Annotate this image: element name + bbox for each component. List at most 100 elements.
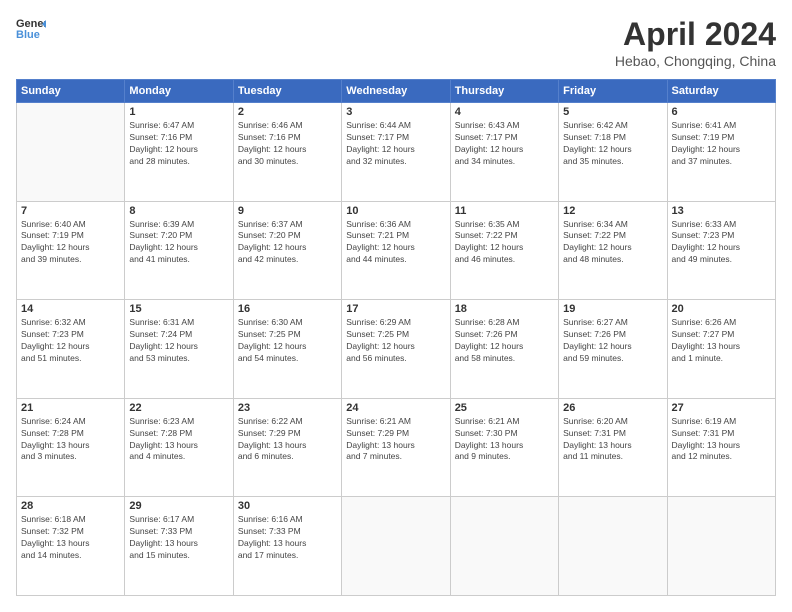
day-number: 9: [238, 205, 337, 217]
day-info: Sunrise: 6:16 AM Sunset: 7:33 PM Dayligh…: [238, 514, 337, 562]
day-number: 10: [346, 205, 445, 217]
calendar-table: Sunday Monday Tuesday Wednesday Thursday…: [16, 79, 776, 596]
day-info: Sunrise: 6:44 AM Sunset: 7:17 PM Dayligh…: [346, 120, 445, 168]
day-info: Sunrise: 6:26 AM Sunset: 7:27 PM Dayligh…: [672, 317, 771, 365]
day-info: Sunrise: 6:28 AM Sunset: 7:26 PM Dayligh…: [455, 317, 554, 365]
day-number: 8: [129, 205, 228, 217]
day-info: Sunrise: 6:36 AM Sunset: 7:21 PM Dayligh…: [346, 219, 445, 267]
day-number: 30: [238, 500, 337, 512]
day-number: 16: [238, 303, 337, 315]
day-number: 12: [563, 205, 662, 217]
table-row: 26 Sunrise: 6:20 AM Sunset: 7:31 PM Dayli…: [559, 398, 667, 497]
table-row: 25 Sunrise: 6:21 AM Sunset: 7:30 PM Dayli…: [450, 398, 558, 497]
day-info: Sunrise: 6:20 AM Sunset: 7:31 PM Dayligh…: [563, 416, 662, 464]
table-row: 4 Sunrise: 6:43 AM Sunset: 7:17 PM Daylig…: [450, 103, 558, 202]
header-friday: Friday: [559, 80, 667, 103]
day-info: Sunrise: 6:34 AM Sunset: 7:22 PM Dayligh…: [563, 219, 662, 267]
day-info: Sunrise: 6:31 AM Sunset: 7:24 PM Dayligh…: [129, 317, 228, 365]
table-row: [17, 103, 125, 202]
day-info: Sunrise: 6:47 AM Sunset: 7:16 PM Dayligh…: [129, 120, 228, 168]
day-info: Sunrise: 6:43 AM Sunset: 7:17 PM Dayligh…: [455, 120, 554, 168]
table-row: 5Sunrise: 6:42 AM Sunset: 7:18 PM Daylig…: [559, 103, 667, 202]
calendar-week-row: 28Sunrise: 6:18 AM Sunset: 7:32 PM Dayli…: [17, 497, 776, 596]
table-row: [667, 497, 775, 596]
day-number: 4: [455, 106, 554, 118]
day-number: 1: [129, 106, 228, 118]
table-row: 19 Sunrise: 6:27 AM Sunset: 7:26 PM Dayli…: [559, 300, 667, 399]
logo: General Blue: [16, 16, 46, 40]
table-row: 10 Sunrise: 6:36 AM Sunset: 7:21 PM Dayli…: [342, 201, 450, 300]
day-info: Sunrise: 6:21 AM Sunset: 7:29 PM Dayligh…: [346, 416, 445, 464]
subtitle: Hebao, Chongqing, China: [615, 53, 776, 69]
month-title: April 2024: [615, 16, 776, 53]
table-row: 30 Sunrise: 6:16 AM Sunset: 7:33 PM Dayli…: [233, 497, 341, 596]
header-thursday: Thursday: [450, 80, 558, 103]
day-number: 22: [129, 402, 228, 414]
day-number: 7: [21, 205, 120, 217]
day-number: 11: [455, 205, 554, 217]
table-row: 28Sunrise: 6:18 AM Sunset: 7:32 PM Dayli…: [17, 497, 125, 596]
day-info: Sunrise: 6:37 AM Sunset: 7:20 PM Dayligh…: [238, 219, 337, 267]
day-number: 13: [672, 205, 771, 217]
table-row: 16 Sunrise: 6:30 AM Sunset: 7:25 PM Dayli…: [233, 300, 341, 399]
header-wednesday: Wednesday: [342, 80, 450, 103]
title-block: April 2024 Hebao, Chongqing, China: [615, 16, 776, 69]
day-info: Sunrise: 6:42 AM Sunset: 7:18 PM Dayligh…: [563, 120, 662, 168]
calendar-week-row: 21Sunrise: 6:24 AM Sunset: 7:28 PM Dayli…: [17, 398, 776, 497]
table-row: 17 Sunrise: 6:29 AM Sunset: 7:25 PM Dayli…: [342, 300, 450, 399]
day-number: 26: [563, 402, 662, 414]
table-row: 2 Sunrise: 6:46 AM Sunset: 7:16 PM Daylig…: [233, 103, 341, 202]
table-row: 9 Sunrise: 6:37 AM Sunset: 7:20 PM Daylig…: [233, 201, 341, 300]
logo-icon: General Blue: [16, 16, 46, 40]
header-saturday: Saturday: [667, 80, 775, 103]
day-number: 24: [346, 402, 445, 414]
day-info: Sunrise: 6:29 AM Sunset: 7:25 PM Dayligh…: [346, 317, 445, 365]
day-info: Sunrise: 6:30 AM Sunset: 7:25 PM Dayligh…: [238, 317, 337, 365]
day-info: Sunrise: 6:17 AM Sunset: 7:33 PM Dayligh…: [129, 514, 228, 562]
day-info: Sunrise: 6:35 AM Sunset: 7:22 PM Dayligh…: [455, 219, 554, 267]
calendar-week-row: 1 Sunrise: 6:47 AM Sunset: 7:16 PM Daylig…: [17, 103, 776, 202]
table-row: 11 Sunrise: 6:35 AM Sunset: 7:22 PM Dayli…: [450, 201, 558, 300]
day-info: Sunrise: 6:39 AM Sunset: 7:20 PM Dayligh…: [129, 219, 228, 267]
day-number: 25: [455, 402, 554, 414]
table-row: 18 Sunrise: 6:28 AM Sunset: 7:26 PM Dayli…: [450, 300, 558, 399]
day-info: Sunrise: 6:24 AM Sunset: 7:28 PM Dayligh…: [21, 416, 120, 464]
table-row: 12 Sunrise: 6:34 AM Sunset: 7:22 PM Dayli…: [559, 201, 667, 300]
day-number: 17: [346, 303, 445, 315]
day-number: 23: [238, 402, 337, 414]
day-number: 2: [238, 106, 337, 118]
day-number: 6: [672, 106, 771, 118]
table-row: 20 Sunrise: 6:26 AM Sunset: 7:27 PM Dayli…: [667, 300, 775, 399]
day-info: Sunrise: 6:19 AM Sunset: 7:31 PM Dayligh…: [672, 416, 771, 464]
header-sunday: Sunday: [17, 80, 125, 103]
header-monday: Monday: [125, 80, 233, 103]
table-row: 7 Sunrise: 6:40 AM Sunset: 7:19 PM Daylig…: [17, 201, 125, 300]
day-info: Sunrise: 6:46 AM Sunset: 7:16 PM Dayligh…: [238, 120, 337, 168]
table-row: 3Sunrise: 6:44 AM Sunset: 7:17 PM Daylig…: [342, 103, 450, 202]
table-row: 1 Sunrise: 6:47 AM Sunset: 7:16 PM Daylig…: [125, 103, 233, 202]
table-row: 13Sunrise: 6:33 AM Sunset: 7:23 PM Dayli…: [667, 201, 775, 300]
day-number: 28: [21, 500, 120, 512]
calendar-week-row: 14 Sunrise: 6:32 AM Sunset: 7:23 PM Dayli…: [17, 300, 776, 399]
table-row: 15 Sunrise: 6:31 AM Sunset: 7:24 PM Dayli…: [125, 300, 233, 399]
day-number: 18: [455, 303, 554, 315]
day-info: Sunrise: 6:32 AM Sunset: 7:23 PM Dayligh…: [21, 317, 120, 365]
day-info: Sunrise: 6:21 AM Sunset: 7:30 PM Dayligh…: [455, 416, 554, 464]
header: General Blue April 2024 Hebao, Chongqing…: [16, 16, 776, 69]
day-info: Sunrise: 6:40 AM Sunset: 7:19 PM Dayligh…: [21, 219, 120, 267]
day-number: 20: [672, 303, 771, 315]
day-info: Sunrise: 6:22 AM Sunset: 7:29 PM Dayligh…: [238, 416, 337, 464]
day-number: 15: [129, 303, 228, 315]
day-info: Sunrise: 6:23 AM Sunset: 7:28 PM Dayligh…: [129, 416, 228, 464]
table-row: 6 Sunrise: 6:41 AM Sunset: 7:19 PM Daylig…: [667, 103, 775, 202]
table-row: 24 Sunrise: 6:21 AM Sunset: 7:29 PM Dayli…: [342, 398, 450, 497]
day-info: Sunrise: 6:41 AM Sunset: 7:19 PM Dayligh…: [672, 120, 771, 168]
day-number: 29: [129, 500, 228, 512]
day-number: 14: [21, 303, 120, 315]
day-info: Sunrise: 6:27 AM Sunset: 7:26 PM Dayligh…: [563, 317, 662, 365]
table-row: 21Sunrise: 6:24 AM Sunset: 7:28 PM Dayli…: [17, 398, 125, 497]
table-row: 14 Sunrise: 6:32 AM Sunset: 7:23 PM Dayli…: [17, 300, 125, 399]
day-number: 19: [563, 303, 662, 315]
table-row: 23 Sunrise: 6:22 AM Sunset: 7:29 PM Dayli…: [233, 398, 341, 497]
table-row: 22 Sunrise: 6:23 AM Sunset: 7:28 PM Dayli…: [125, 398, 233, 497]
